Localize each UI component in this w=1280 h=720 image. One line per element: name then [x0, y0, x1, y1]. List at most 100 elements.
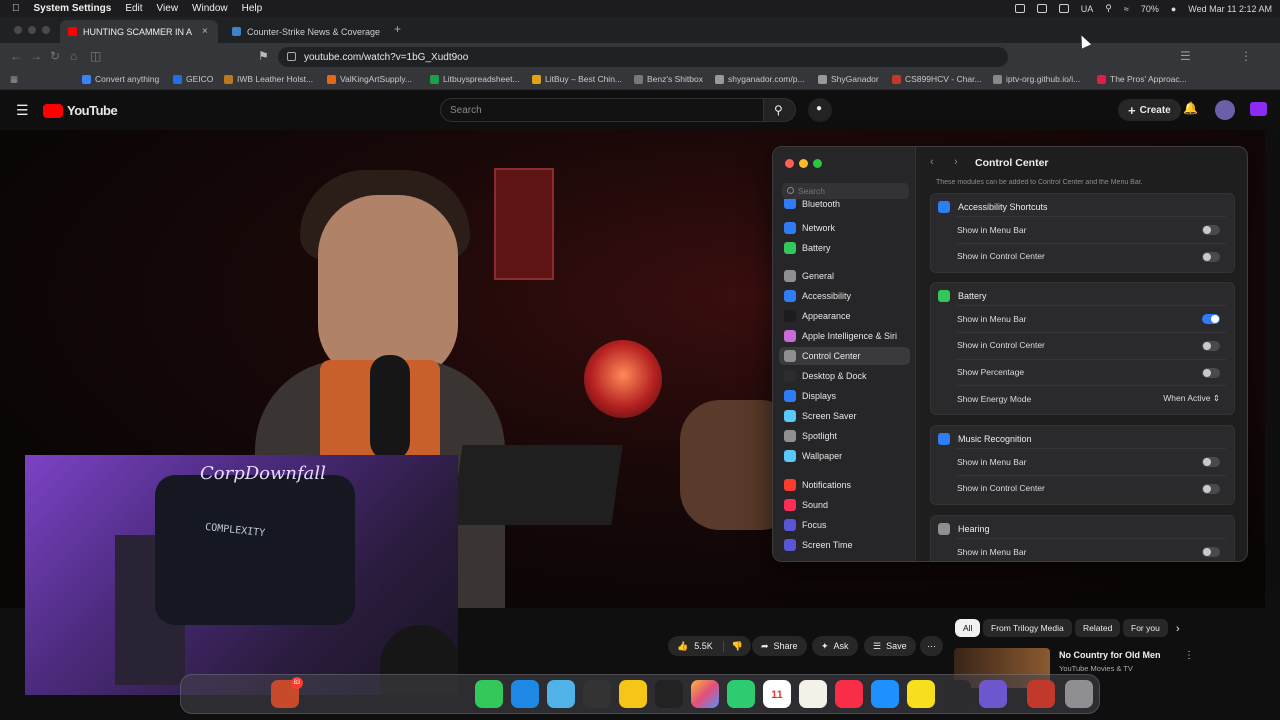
- chip-all[interactable]: All: [955, 619, 981, 637]
- recommended-more-icon[interactable]: ⋮: [1184, 650, 1194, 661]
- sidebar-item-notifications[interactable]: Notifications: [779, 476, 910, 494]
- settings-search-field[interactable]: Search: [782, 183, 909, 199]
- sidebar-item-desktop-dock[interactable]: Desktop & Dock: [779, 367, 910, 385]
- bookmark-item[interactable]: shyganador.com/p...: [715, 74, 805, 84]
- sidebar-item-control-center[interactable]: Control Center: [779, 347, 910, 365]
- window-minimize-button[interactable]: [28, 26, 36, 34]
- chips-next-chevron-icon[interactable]: ›: [1176, 623, 1180, 635]
- sidebar-item-apple-intelligence-siri[interactable]: Apple Intelligence & Siri: [779, 327, 910, 345]
- menu-window[interactable]: Window: [192, 3, 228, 14]
- browser-tab[interactable]: Counter-Strike News & Coverage: [224, 20, 384, 43]
- sidebar-item-network[interactable]: Network: [779, 219, 910, 237]
- notes-icon[interactable]: [799, 680, 827, 708]
- app-store-icon[interactable]: [871, 680, 899, 708]
- dock-app-icon[interactable]: 83: [271, 677, 303, 708]
- save-button[interactable]: ☰ Save: [864, 636, 916, 656]
- sidebar-item-focus[interactable]: Focus: [779, 516, 910, 534]
- recommended-channel[interactable]: YouTube Movies & TV: [1059, 664, 1133, 673]
- tab-close-icon[interactable]: ×: [202, 26, 208, 37]
- terminal-icon[interactable]: [943, 680, 971, 708]
- bookmark-item[interactable]: Benz's Shitbox: [634, 74, 703, 84]
- sidebar-item-wallpaper[interactable]: Wallpaper: [779, 447, 910, 465]
- puzzle-app-icon[interactable]: [907, 680, 935, 708]
- control-center-icon[interactable]: ●: [1171, 4, 1176, 14]
- menu-help[interactable]: Help: [242, 3, 263, 14]
- chip-related[interactable]: Related: [1075, 619, 1121, 637]
- more-actions-button[interactable]: ⋯: [920, 636, 943, 656]
- sidebar-item-screen-saver[interactable]: Screen Saver: [779, 407, 910, 425]
- trash-icon[interactable]: [1065, 680, 1093, 708]
- back-arrow-icon[interactable]: ←: [10, 49, 22, 63]
- sidebar-item-displays[interactable]: Displays: [779, 387, 910, 405]
- battery-percent[interactable]: 70%: [1141, 4, 1159, 14]
- bookmark-icon[interactable]: ⚑: [258, 49, 269, 63]
- apple-menu-icon[interactable]: : [12, 3, 20, 14]
- forward-chevron-icon[interactable]: ›: [954, 156, 958, 168]
- youtube-search-button[interactable]: ⚲: [764, 98, 796, 122]
- spotlight-icon[interactable]: ⚲: [1105, 3, 1112, 14]
- notifications-bell-icon[interactable]: 🔔: [1183, 101, 1198, 115]
- recent-app-icon[interactable]: [1027, 680, 1055, 708]
- bookmark-item[interactable]: ValKingArtSupply...: [327, 74, 412, 84]
- bookmark-item[interactable]: The Pros' Approac...: [1097, 74, 1187, 84]
- status-app-icon[interactable]: [1014, 4, 1025, 13]
- voice-search-button[interactable]: ●: [808, 98, 832, 122]
- calendar-icon[interactable]: 11: [763, 680, 791, 708]
- maps-icon[interactable]: [547, 680, 575, 708]
- sidebar-item-accessibility[interactable]: Accessibility: [779, 287, 910, 305]
- site-info-icon[interactable]: [287, 52, 296, 61]
- like-button[interactable]: 👍 5.5K 👎: [668, 636, 751, 656]
- close-window-button[interactable]: [785, 159, 794, 168]
- avatar[interactable]: [1215, 100, 1235, 120]
- toggle-switch[interactable]: [1202, 340, 1220, 351]
- toggle-switch[interactable]: [1202, 483, 1220, 494]
- toggle-switch[interactable]: [1202, 547, 1220, 557]
- thumbs-down-icon[interactable]: 👎: [722, 640, 743, 652]
- clock-datetime[interactable]: Wed Mar 11 2:12 AM: [1188, 4, 1272, 14]
- energy-mode-popup[interactable]: When Active ⇕: [1163, 393, 1220, 404]
- sidebar-item-general[interactable]: General: [779, 267, 910, 285]
- address-bar[interactable]: youtube.com/watch?v=1bG_Xudt9oo: [278, 47, 1008, 67]
- bookmark-item[interactable]: ShyGanador: [818, 74, 879, 84]
- bookmark-item[interactable]: Litbuyspreadsheet...: [430, 74, 520, 84]
- bookmark-item[interactable]: CS899HCV - Char...: [892, 74, 982, 84]
- youtube-logo[interactable]: YouTube: [43, 103, 118, 118]
- bookmark-item[interactable]: Convert anything: [82, 74, 159, 84]
- bookmark-item[interactable]: iptv-org.github.io/i...: [993, 74, 1080, 84]
- bookmark-item[interactable]: GEICO: [173, 74, 213, 84]
- apps-grid-icon[interactable]: ▦: [10, 74, 18, 85]
- sidebar-item-spotlight[interactable]: Spotlight: [779, 427, 910, 445]
- mail-icon[interactable]: [511, 680, 539, 708]
- sidebar-item-bluetooth[interactable]: Bluetooth: [779, 199, 910, 209]
- toggle-switch[interactable]: [1202, 225, 1220, 235]
- toggle-switch[interactable]: [1202, 457, 1220, 467]
- side-panel-icon[interactable]: ◫: [90, 49, 101, 63]
- wifi-icon[interactable]: ≈: [1124, 4, 1129, 14]
- minimize-window-button[interactable]: [799, 159, 808, 168]
- photos-icon[interactable]: [691, 680, 719, 708]
- menu-view[interactable]: View: [157, 3, 179, 14]
- browser-menu-icon[interactable]: ⋮: [1240, 49, 1252, 63]
- toggle-switch[interactable]: [1202, 251, 1220, 262]
- window-close-button[interactable]: [14, 26, 22, 34]
- messages-icon[interactable]: [475, 680, 503, 708]
- chip-for-you[interactable]: For you: [1123, 619, 1168, 637]
- claquette-icon[interactable]: [655, 680, 683, 708]
- downloads-icon[interactable]: [979, 680, 1007, 708]
- extension-icon[interactable]: [1250, 102, 1267, 116]
- status-ext-icon[interactable]: [1058, 4, 1069, 13]
- menu-edit[interactable]: Edit: [125, 3, 142, 14]
- sidebar-item-sound[interactable]: Sound: [779, 496, 910, 514]
- toggle-switch[interactable]: [1202, 314, 1220, 324]
- obs-icon[interactable]: [583, 680, 611, 708]
- sidebar-item-appearance[interactable]: Appearance: [779, 307, 910, 325]
- new-tab-plus-icon[interactable]: +: [394, 22, 401, 36]
- forward-arrow-icon[interactable]: →: [30, 49, 42, 63]
- music-icon[interactable]: [835, 680, 863, 708]
- toggle-switch[interactable]: [1202, 367, 1220, 378]
- ask-button[interactable]: ✦ Ask: [812, 636, 858, 656]
- bookmark-item[interactable]: IWB Leather Holst...: [224, 74, 313, 84]
- zoom-window-button[interactable]: [813, 159, 822, 168]
- bell-app-icon[interactable]: [619, 680, 647, 708]
- chip-from-trilogy-media[interactable]: From Trilogy Media: [983, 619, 1072, 637]
